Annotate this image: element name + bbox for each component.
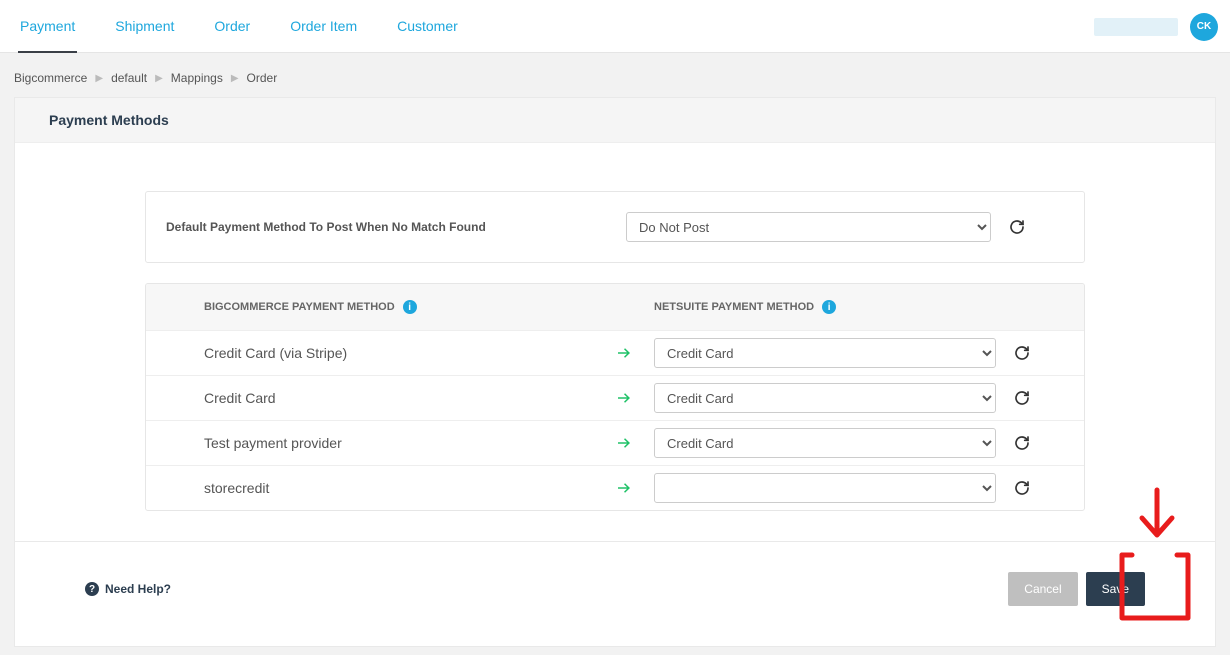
chevron-right-icon: ▶	[95, 73, 103, 84]
panel-footer: ? Need Help? Cancel Save	[14, 542, 1216, 647]
bc-method: storecredit	[146, 480, 594, 496]
crumb-order[interactable]: Order	[247, 71, 278, 85]
refresh-icon[interactable]	[1014, 435, 1030, 451]
refresh-icon[interactable]	[1009, 219, 1025, 235]
crumb-default[interactable]: default	[111, 71, 147, 85]
arrow-right-icon	[594, 344, 654, 362]
ns-method-select[interactable]: Credit Card	[654, 428, 996, 458]
search-placeholder[interactable]	[1094, 18, 1178, 36]
need-help-link[interactable]: ? Need Help?	[85, 582, 171, 596]
chevron-right-icon: ▶	[231, 73, 239, 84]
info-icon[interactable]: i	[403, 300, 417, 314]
cancel-button[interactable]: Cancel	[1008, 572, 1077, 606]
ns-method-select[interactable]: Credit Card	[654, 383, 996, 413]
mapping-table: BIGCOMMERCE PAYMENT METHOD i NETSUITE PA…	[145, 283, 1085, 511]
help-icon: ?	[85, 582, 99, 596]
crumb-bigcommerce[interactable]: Bigcommerce	[14, 71, 87, 85]
bc-method: Credit Card	[146, 390, 594, 406]
need-help-label: Need Help?	[105, 582, 171, 596]
payment-methods-panel: Payment Methods Default Payment Method T…	[14, 97, 1216, 542]
refresh-icon[interactable]	[1014, 345, 1030, 361]
section-title: Payment Methods	[15, 98, 1215, 143]
default-payment-row: Default Payment Method To Post When No M…	[145, 191, 1085, 263]
tab-customer[interactable]: Customer	[377, 0, 478, 52]
arrow-right-icon	[594, 479, 654, 497]
ns-method-select[interactable]	[654, 473, 996, 503]
info-icon[interactable]: i	[822, 300, 836, 314]
tab-shipment[interactable]: Shipment	[95, 0, 194, 52]
arrow-right-icon	[594, 389, 654, 407]
arrow-right-icon	[594, 434, 654, 452]
crumb-mappings[interactable]: Mappings	[171, 71, 223, 85]
table-row: Test payment provider Credit Card	[146, 421, 1084, 466]
tab-order[interactable]: Order	[194, 0, 270, 52]
chevron-right-icon: ▶	[155, 73, 163, 84]
table-row: Credit Card Credit Card	[146, 376, 1084, 421]
bc-method: Test payment provider	[146, 435, 594, 451]
breadcrumb: Bigcommerce ▶ default ▶ Mappings ▶ Order	[0, 53, 1230, 97]
bc-method: Credit Card (via Stripe)	[146, 345, 594, 361]
col-bc-label: BIGCOMMERCE PAYMENT METHOD	[204, 301, 395, 313]
table-row: storecredit	[146, 466, 1084, 510]
default-payment-select[interactable]: Do Not Post	[626, 212, 991, 242]
tab-payment[interactable]: Payment	[0, 0, 95, 52]
refresh-icon[interactable]	[1014, 390, 1030, 406]
default-payment-label: Default Payment Method To Post When No M…	[166, 220, 626, 234]
ns-method-select[interactable]: Credit Card	[654, 338, 996, 368]
tab-order-item[interactable]: Order Item	[270, 0, 377, 52]
refresh-icon[interactable]	[1014, 480, 1030, 496]
save-button[interactable]: Save	[1086, 572, 1145, 606]
avatar[interactable]: CK	[1190, 13, 1218, 41]
top-bar: Payment Shipment Order Order Item Custom…	[0, 0, 1230, 53]
table-row: Credit Card (via Stripe) Credit Card	[146, 331, 1084, 376]
table-header: BIGCOMMERCE PAYMENT METHOD i NETSUITE PA…	[146, 284, 1084, 331]
col-ns-label: NETSUITE PAYMENT METHOD	[654, 301, 814, 313]
tab-bar: Payment Shipment Order Order Item Custom…	[0, 0, 478, 52]
